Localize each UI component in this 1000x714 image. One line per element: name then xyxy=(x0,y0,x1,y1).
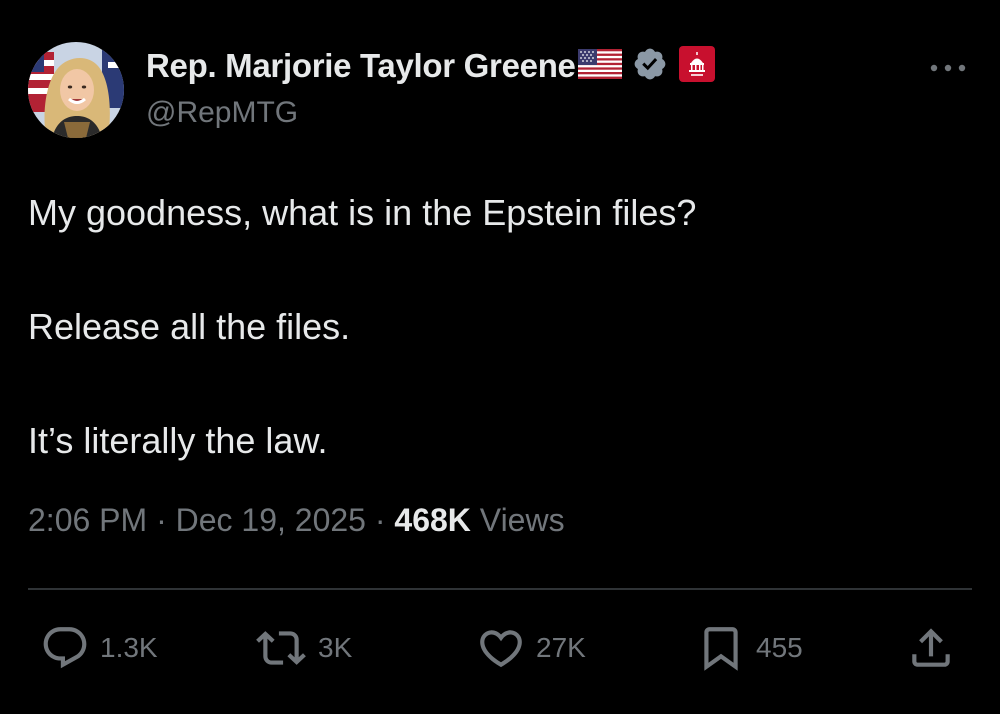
share-icon xyxy=(912,628,950,667)
like-count: 27K xyxy=(536,632,586,663)
author-handle[interactable]: @RepMTG xyxy=(146,96,298,130)
tweet-text: My goodness, what is in the Epstein file… xyxy=(28,184,958,469)
avatar[interactable] xyxy=(28,42,124,138)
like-button[interactable]: 27K xyxy=(476,620,586,676)
reply-button[interactable]: 1.3K xyxy=(40,620,158,676)
heart-icon xyxy=(480,630,522,668)
repost-count: 3K xyxy=(318,632,353,663)
views-count[interactable]: 468K xyxy=(394,502,471,538)
more-options-button[interactable] xyxy=(926,56,970,80)
repost-icon xyxy=(256,631,306,665)
meta-separator: · xyxy=(374,502,395,538)
reply-count: 1.3K xyxy=(100,632,158,663)
tweet-meta: 2:06 PM · Dec 19, 2025 · 468K Views xyxy=(28,502,565,539)
views-label: Views xyxy=(479,502,565,538)
tweet: Rep. Marjorie Taylor Greene @RepMTG My g… xyxy=(0,0,1000,714)
bookmark-count: 455 xyxy=(756,632,803,663)
avatar-photo xyxy=(28,42,124,138)
tweet-paragraph: It’s literally the law. xyxy=(28,420,328,461)
tweet-date[interactable]: Dec 19, 2025 xyxy=(176,502,366,538)
author-name-row: Rep. Marjorie Taylor Greene xyxy=(146,44,716,88)
repost-button[interactable]: 3K xyxy=(254,620,352,676)
reply-icon xyxy=(43,627,87,669)
divider xyxy=(28,588,972,590)
bookmark-icon xyxy=(704,627,738,671)
us-flag-icon xyxy=(577,48,622,84)
tweet-time[interactable]: 2:06 PM xyxy=(28,502,147,538)
verified-badge-icon[interactable] xyxy=(632,46,668,87)
share-button[interactable] xyxy=(906,620,956,676)
meta-separator: · xyxy=(156,502,176,538)
author-display-name[interactable]: Rep. Marjorie Taylor Greene xyxy=(146,47,576,85)
more-icon xyxy=(930,64,966,72)
government-affiliation-icon[interactable] xyxy=(678,45,716,88)
tweet-paragraph: Release all the files. xyxy=(28,306,351,347)
bookmark-button[interactable]: 455 xyxy=(696,620,803,676)
tweet-paragraph: My goodness, what is in the Epstein file… xyxy=(28,192,697,233)
